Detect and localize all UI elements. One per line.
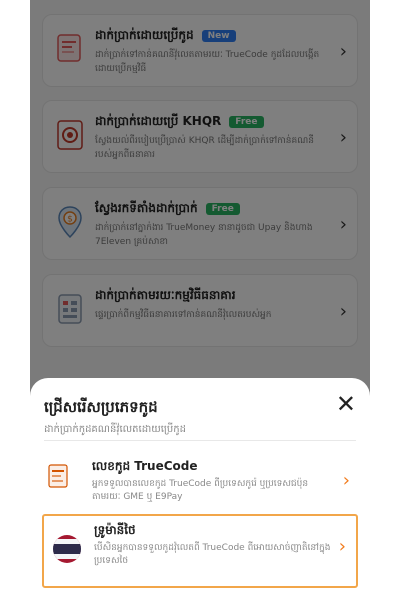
divider xyxy=(44,440,356,441)
truecode-voucher-icon xyxy=(48,464,68,488)
truecode-option[interactable]: លេខកូដ TrueCode អ្នកទទួលបានលេខកូដ TrueCo… xyxy=(40,450,360,512)
option-title: ទ្រូម៉ានីថៃ xyxy=(94,523,136,537)
option-description: បើសិនអ្នកបានទទួលកូដវ៉ុលេតពី TrueCode ពីអ… xyxy=(94,543,331,566)
thailand-flag-icon xyxy=(53,535,81,563)
option-title: លេខកូដ TrueCode xyxy=(92,459,198,473)
close-icon[interactable]: ✕ xyxy=(336,392,356,416)
sheet-title: ជ្រើសរើសប្រភេទកូដ xyxy=(44,398,158,416)
code-type-bottom-sheet: ជ្រើសរើសប្រភេទកូដ ដាក់ប្រាក់កូដគណនីវ៉ុលេ… xyxy=(30,378,370,600)
phone-screen: ដាក់ប្រាក់ដោយប្រើកូដNew ដាក់ប្រាក់ទៅកាន់… xyxy=(30,0,370,600)
chevron-right-icon: › xyxy=(338,536,346,557)
option-description: អ្នកទទួលបានលេខកូដ TrueCode ពីប្រទេសកូរ៉េ… xyxy=(92,479,309,502)
chevron-right-icon: › xyxy=(342,470,350,491)
truemoney-thailand-option[interactable]: ទ្រូម៉ានីថៃ បើសិនអ្នកបានទទួលកូដវ៉ុលេតពី … xyxy=(42,514,358,588)
sheet-subtitle: ដាក់ប្រាក់កូដគណនីវ៉ុលេតដោយប្រើកូដ xyxy=(44,424,186,435)
